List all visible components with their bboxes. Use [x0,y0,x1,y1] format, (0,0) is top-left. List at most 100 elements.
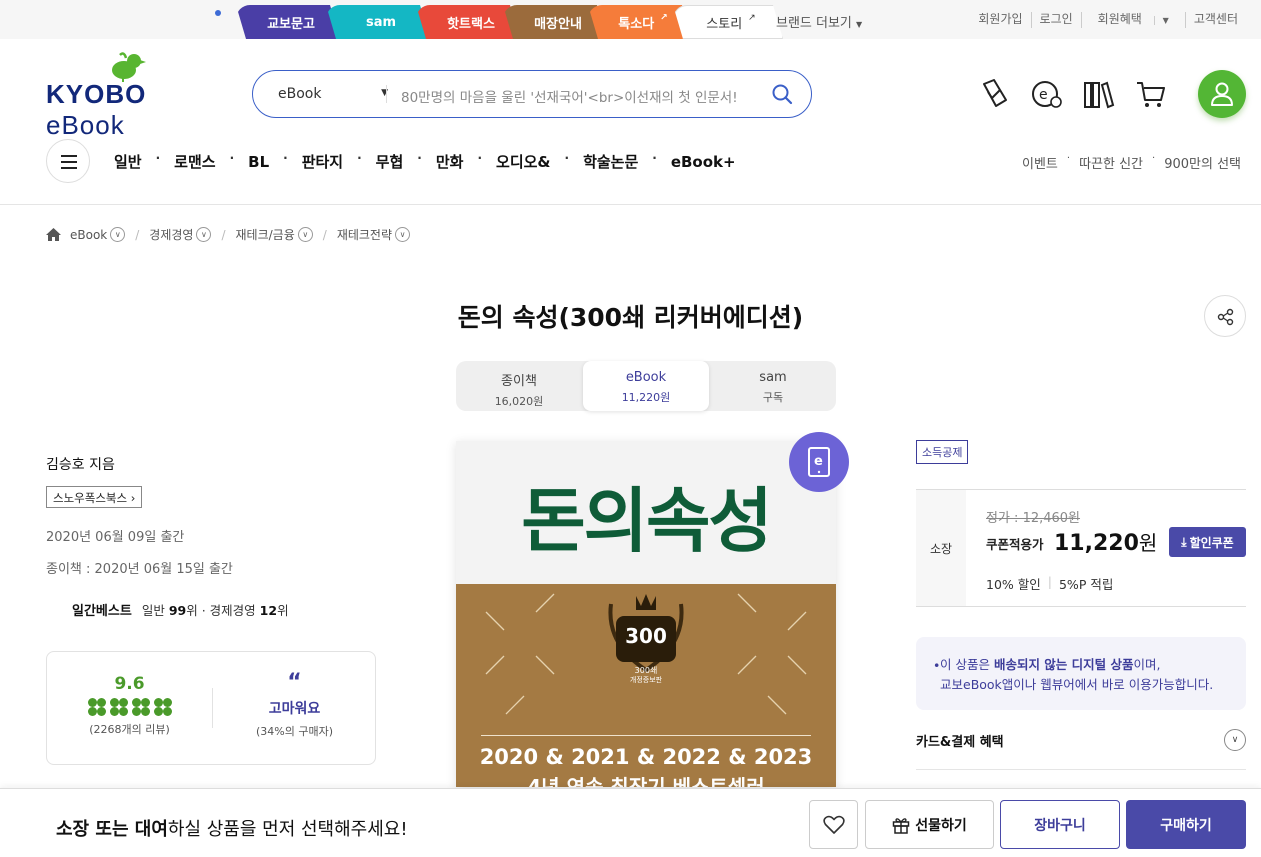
breadcrumb-label: 재테크전략 [336,228,393,242]
author-link[interactable]: 김승호 지음 [46,454,115,474]
hamburger-menu-button[interactable] [46,139,90,183]
reward-points: 5%P 적립 [1058,577,1114,592]
wishlist-button[interactable] [809,800,858,849]
notice-line-1: 이 상품은 배송되지 않는 디지털 상품이며, [940,655,1246,675]
brand-tab-story[interactable]: 스토리 ↗ [673,5,783,39]
nav-item-audio[interactable]: 오디오& [496,151,550,172]
original-price: 정가 : 12,460원 [986,511,1081,526]
ecash-icon[interactable]: e [1031,78,1063,110]
search-icon[interactable] [771,83,793,105]
notice-emphasis: 배송되지 않는 디지털 상품 [993,657,1134,672]
menu-line [61,161,77,163]
member-benefits-link[interactable]: 회원혜택 ▼ [1080,12,1185,28]
format-tab-ebook[interactable]: eBook 11,220원 [583,361,709,411]
card-benefits-heading[interactable]: 카드&결제 혜택 [916,731,1004,750]
breadcrumb-separator: / [322,227,327,242]
breadcrumb-item[interactable]: 재테크전략 ∨ [336,226,411,243]
nav-item-papers[interactable]: 학술논문 [583,151,638,172]
brand-tab-sam[interactable]: sam [326,5,430,39]
add-to-cart-button[interactable]: 장바구니 [1000,800,1120,849]
brand-tab-label: sam [365,14,397,30]
publisher-link[interactable]: 스노우폭스북스 › [46,486,143,508]
download-icon: ⤓ [1181,534,1187,549]
nav-item-romance[interactable]: 로맨스 [174,151,215,172]
nav-item-fantasy[interactable]: 판타지 [302,151,343,172]
tax-deduction-tag: 소득공제 [916,440,969,464]
heart-icon [823,815,845,834]
customer-center-link[interactable]: 고객센터 [1184,12,1246,28]
caret-down-icon: ▼ [856,20,863,29]
search-category-select[interactable]: eBook ▼ [278,86,388,102]
clover-leaf [109,698,119,707]
review-count-suffix: 개의 리뷰 [121,723,166,736]
home-icon[interactable] [46,228,61,241]
nav-separator: · [417,151,422,165]
format-price: 11,220원 [621,391,671,404]
bestseller-rank: 일간베스트 일반 99 위 · 경제경영 12 위 [72,600,289,619]
rating-block[interactable]: 9.6 (2268개의 리뷰) [47,652,212,766]
buy-now-button[interactable]: 구매하기 [1126,800,1246,849]
breadcrumb-item[interactable]: 경제경영 ∨ [149,226,212,243]
profile-button[interactable] [1198,70,1246,118]
external-link-icon: ↗ [660,13,668,23]
sub-nav: 이벤트 · 따끈한 신간 · 900만의 선택 [1022,153,1241,172]
clover-leaf [109,707,119,716]
brand-tab-label: 핫트랙스 [447,16,495,32]
format-tab-paper[interactable]: 종이책 16,020원 [456,361,582,411]
clover-leaf [96,698,106,707]
breadcrumb-separator: / [221,227,226,242]
signup-link[interactable]: 회원가입 [970,12,1030,28]
brand-tab-hottracks[interactable]: 핫트랙스 [416,5,520,39]
login-link[interactable]: 로그인 [1030,12,1081,28]
coupon-button-label: 할인쿠폰 [1189,535,1234,550]
coupon-price: 11,220원 [1054,527,1157,556]
currency-unit: 원 [1138,531,1158,555]
brand-tab-kyobo[interactable]: 교보문고 [236,5,340,39]
subnav-9m-choice[interactable]: 900만의 선택 [1164,153,1241,172]
emotion-block[interactable]: “ 고마워요 (34%의 구매자) [212,652,377,766]
cover-years: 2020 & 2021 & 2022 & 2023 [479,745,813,769]
breadcrumb-item[interactable]: eBook ∨ [70,227,126,242]
nav-item-martial[interactable]: 무협 [376,151,404,172]
cover-rule [481,735,811,736]
logo-kyobo-text: KYOBO [46,79,147,109]
clover-leaf [162,698,172,707]
brand-more-button[interactable]: 브랜드 더보기 ▼ [776,12,862,31]
nav-item-ebook-plus[interactable]: eBook+ [671,151,736,172]
bookmark-ticket-icon[interactable] [980,78,1010,110]
clover-leaf [140,707,150,716]
clover-leaf [140,698,150,707]
gift-button[interactable]: 선물하기 [865,800,994,849]
library-icon[interactable] [1083,78,1115,110]
brand-more-label: 브랜드 더보기 [776,16,852,31]
cart-icon[interactable] [1135,78,1167,110]
discount-coupon-button[interactable]: ⤓ 할인쿠폰 [1169,527,1246,557]
nav-item-general[interactable]: 일반 [114,151,142,172]
clover-leaf [162,707,172,716]
search-input[interactable]: 80만명의 마음을 울린 '선재국어'<br>이선재의 첫 인문서! [401,86,738,106]
clover-leaf [131,698,141,707]
member-benefits-label: 회원혜택 [1097,12,1142,26]
nav-item-comics[interactable]: 만화 [436,151,464,172]
kyobo-ebook-logo[interactable]: KYOBO eBook [46,52,221,140]
chevron-down-icon[interactable]: ∨ [1224,729,1246,751]
price-type-label: 소장 [916,490,966,606]
chevron-right-icon: › [130,491,136,505]
subnav-new-releases[interactable]: 따끈한 신간 [1079,153,1143,172]
rating-clovers [47,698,212,716]
nav-item-bl[interactable]: BL [248,151,269,172]
breadcrumb-item[interactable]: 재테크/금융 ∨ [236,226,313,243]
breadcrumb-separator: / [135,227,140,242]
nav-separator: · [564,151,570,165]
book-cover[interactable]: 돈의속성 300 300쇄 개정증보판 2020 & 2021 & 2022 &… [456,441,836,787]
subnav-events[interactable]: 이벤트 [1022,153,1058,172]
clover-icon [131,698,150,716]
format-price: 16,020원 [494,395,544,408]
format-tab-sam[interactable]: sam 구독 [710,361,836,411]
discount-separator: | [1047,574,1052,589]
share-button[interactable] [1204,295,1246,337]
search-category-value: eBook [278,86,322,102]
header-divider [0,204,1261,205]
purchase-bar: 소장 또는 대여하실 상품을 먼저 선택해주세요! 선물하기 장바구니 구매하기 [0,788,1261,857]
coupon-price-label: 쿠폰적용가 [986,537,1044,552]
